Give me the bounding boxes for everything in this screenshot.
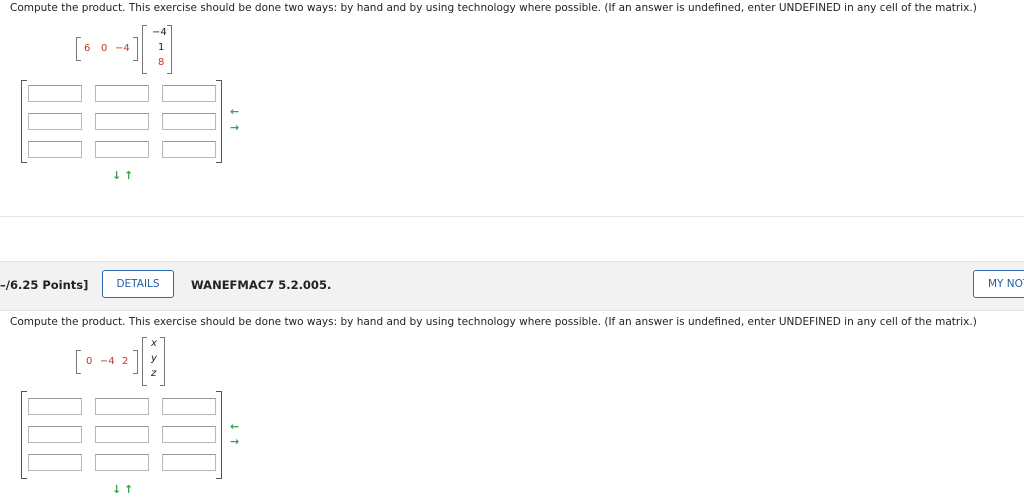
answer-cell-r3c2[interactable]: [95, 141, 149, 158]
row-matrix-entry: 6: [84, 43, 91, 54]
answer-cell-r3c3[interactable]: [162, 454, 216, 471]
answer-cell-r1c2[interactable]: [95, 85, 149, 102]
answer-cell-r2c3[interactable]: [162, 426, 216, 443]
answer-cell-r2c1[interactable]: [28, 426, 82, 443]
answer-cell-r1c2[interactable]: [95, 398, 149, 415]
answer-cell-r2c2[interactable]: [95, 426, 149, 443]
remove-column-arrow-icon[interactable]: ←: [230, 106, 239, 117]
my-notes-button[interactable]: MY NOTES: [973, 270, 1024, 298]
row-matrix-right-bracket: [133, 350, 138, 374]
add-column-arrow-icon[interactable]: →: [230, 436, 239, 447]
details-button[interactable]: DETAILS: [102, 270, 174, 298]
column-matrix-entry: −4: [152, 27, 167, 38]
add-row-arrow-icon[interactable]: ↓: [112, 484, 121, 495]
answer-cell-r2c3[interactable]: [162, 113, 216, 130]
problem2-instruction: Compute the product. This exercise shoul…: [10, 316, 977, 328]
column-matrix-right-bracket: [160, 337, 165, 386]
add-row-arrow-icon[interactable]: ↓: [112, 170, 121, 181]
row-matrix-right-bracket: [133, 37, 138, 61]
answer-grid-left-bracket: [21, 391, 27, 479]
problem1-instruction: Compute the product. This exercise shoul…: [10, 2, 977, 14]
column-matrix-entry: 8: [158, 57, 165, 68]
row-matrix-left-bracket: [76, 350, 81, 374]
column-matrix-entry: y: [151, 353, 157, 364]
answer-grid-right-bracket: [216, 391, 222, 479]
column-matrix-entry: 1: [158, 42, 165, 53]
add-column-arrow-icon[interactable]: →: [230, 122, 239, 133]
answer-cell-r3c2[interactable]: [95, 454, 149, 471]
answer-cell-r3c1[interactable]: [28, 141, 82, 158]
answer-cell-r1c3[interactable]: [162, 85, 216, 102]
answer-cell-r1c1[interactable]: [28, 398, 82, 415]
answer-cell-r1c1[interactable]: [28, 85, 82, 102]
remove-column-arrow-icon[interactable]: ←: [230, 421, 239, 432]
row-matrix-entry: −4: [115, 43, 130, 54]
column-matrix-entry: z: [151, 368, 157, 379]
row-matrix-entry: 2: [122, 356, 129, 367]
row-matrix-entry: −4: [100, 356, 115, 367]
answer-grid-right-bracket: [216, 80, 222, 163]
row-matrix-entry: 0: [101, 43, 108, 54]
column-matrix-entry: x: [151, 338, 157, 349]
row-matrix-left-bracket: [76, 37, 81, 61]
problem-id: WANEFMAC7 5.2.005.: [191, 278, 332, 292]
remove-row-arrow-icon[interactable]: ↑: [124, 170, 133, 181]
column-matrix-left-bracket: [142, 337, 147, 386]
row-matrix-entry: 0: [86, 356, 93, 367]
column-matrix-right-bracket: [167, 25, 172, 74]
answer-cell-r2c1[interactable]: [28, 113, 82, 130]
section-divider: [0, 216, 1024, 217]
answer-grid-left-bracket: [21, 80, 27, 163]
answer-cell-r2c2[interactable]: [95, 113, 149, 130]
points-label: –/6.25 Points]: [0, 278, 89, 292]
remove-row-arrow-icon[interactable]: ↑: [124, 484, 133, 495]
answer-cell-r3c1[interactable]: [28, 454, 82, 471]
answer-cell-r1c3[interactable]: [162, 398, 216, 415]
column-matrix-left-bracket: [142, 25, 147, 74]
answer-cell-r3c3[interactable]: [162, 141, 216, 158]
